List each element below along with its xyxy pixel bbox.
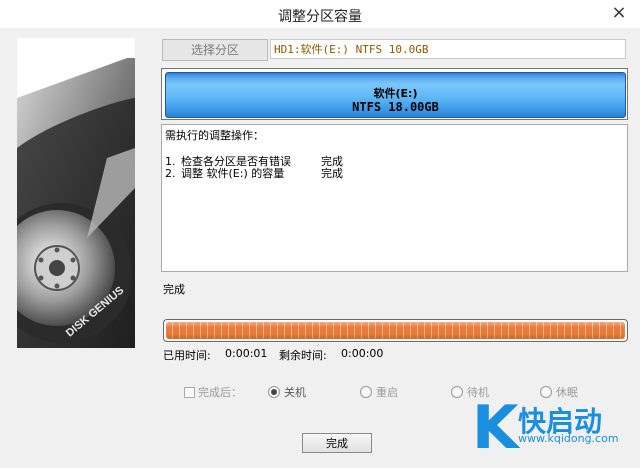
partition-bar[interactable]: 软件(E:) NTFS 18.00GB	[165, 72, 626, 118]
after-completion-label: 完成后：	[198, 386, 242, 399]
radio-icon[interactable]	[360, 386, 372, 398]
status-text: 完成	[163, 283, 185, 296]
operations-header: 需执行的调整操作：	[165, 129, 264, 142]
select-partition-button[interactable]: 选择分区	[162, 39, 268, 61]
radio-icon[interactable]	[451, 386, 463, 398]
list-item: 2. 调整 软件(E:) 的容量 完成	[165, 165, 605, 181]
operation-number: 2.	[165, 167, 176, 180]
partition-name: 软件(E:)	[373, 87, 418, 100]
operation-status: 完成	[321, 167, 343, 180]
partition-map: 软件(E:) NTFS 18.00GB	[161, 68, 628, 120]
title-bar: 调整分区容量 ×	[0, 0, 640, 28]
hard-disk-illustration: DISK GENIUS	[17, 38, 135, 348]
radio-icon[interactable]	[268, 386, 280, 398]
watermark: K 快启动 www.kqidong.com	[472, 398, 640, 468]
elapsed-label: 已用时间:	[163, 349, 211, 362]
after-completion-checkbox[interactable]: 完成后：	[184, 384, 242, 400]
radio-shutdown[interactable]: 关机	[268, 384, 306, 400]
done-button[interactable]: 完成	[302, 433, 372, 453]
progress-bar	[163, 319, 628, 342]
checkbox-icon[interactable]	[184, 386, 195, 398]
radio-label: 关机	[284, 386, 306, 399]
remaining-value: 0:00:00	[341, 347, 384, 360]
operation-task: 调整 软件(E:) 的容量	[181, 167, 285, 180]
elapsed-value: 0:00:01	[225, 347, 268, 360]
partition-size: NTFS 18.00GB	[352, 100, 439, 114]
radio-icon[interactable]	[540, 386, 552, 398]
watermark-url: www.kqidong.com	[518, 432, 619, 445]
progress-fill	[166, 322, 625, 339]
watermark-k-logo: K	[472, 393, 519, 463]
radio-restart[interactable]: 重启	[360, 384, 398, 400]
radio-label: 重启	[376, 386, 398, 399]
window-title: 调整分区容量	[278, 9, 362, 25]
disk-info-field: HD1:软件(E:) NTFS 10.0GB	[270, 39, 626, 59]
operations-list: 需执行的调整操作： 1. 检查各分区是否有错误 完成 2. 调整 软件(E:) 的容量…	[161, 124, 628, 272]
hard-disk-icon: DISK GENIUS	[17, 38, 135, 348]
close-button[interactable]: ×	[608, 2, 630, 24]
remaining-label: 剩余时间:	[279, 349, 327, 362]
